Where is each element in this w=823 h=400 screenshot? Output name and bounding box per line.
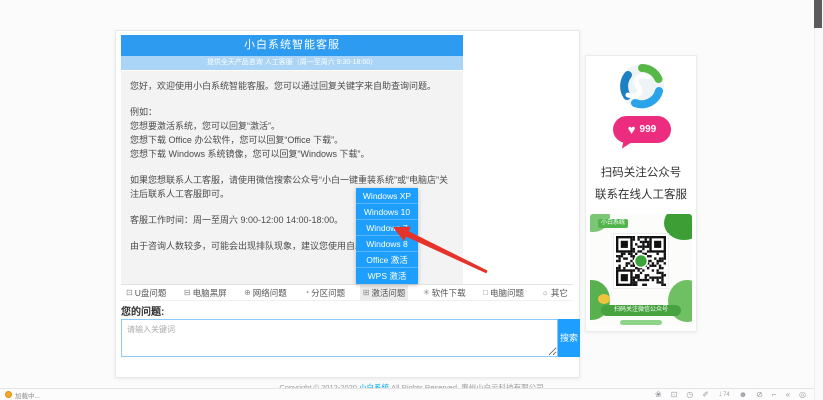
status-left: 加载中... (5, 390, 40, 400)
xiaobai-logo-icon (618, 62, 666, 110)
question-label: 您的问题: (121, 303, 164, 318)
tab-software-download[interactable]: ✳ 软件下载 (420, 284, 469, 301)
chat-card: 小白系统智能客服 提供全天产品咨询 人工客服（周一至周六 9:30-18:00）… (115, 30, 580, 378)
dropdown-item-wps-activation[interactable]: WPS 激活 (356, 268, 418, 284)
tab-usb-issues[interactable]: ⊡ U盘问题 (123, 284, 169, 301)
scrollbar-track[interactable] (814, 0, 823, 400)
chat-subtitle: 提供全天产品咨询 人工客服（周一至周六 9:30-18:00） (121, 56, 463, 70)
chat-message: 您想下载 Office 办公软件，您可以回复“Office 下载”。 (130, 133, 454, 147)
browser-status-bar: 加载中... ❀ ⊡ ◷ ✐ ↓74 ☻ ⊘ ⌐ « ◎ (0, 388, 823, 400)
sidebar-card: ♥ 999 扫码关注公众号 联系在线人工客服 小白系统 扫码关注微信公众号 (585, 55, 697, 332)
gear-sun-icon: ☼ (542, 288, 549, 297)
green-decor (620, 320, 662, 325)
tab-black-screen[interactable]: ⊟ 电脑黑屏 (181, 284, 230, 301)
pie-clock-icon: ◔ (304, 288, 309, 297)
tab-network-issues[interactable]: ⊕ 网络问题 (241, 284, 290, 301)
history-clock-icon[interactable]: ◷ (686, 390, 693, 400)
chat-title: 小白系统智能客服 (121, 35, 463, 56)
page: 小白系统智能客服 提供全天产品咨询 人工客服（周一至周六 9:30-18:00）… (0, 0, 823, 400)
likes-count: 999 (640, 124, 657, 135)
green-decor (664, 214, 692, 240)
follow-text-line2: 联系在线人工客服 (586, 186, 696, 202)
chat-message: 例如： (130, 105, 454, 119)
download-count: 74 (723, 392, 730, 398)
chat-message: 您想要激活系统，您可以回复“激活”。 (130, 119, 454, 133)
tab-label: 网络问题 (253, 287, 287, 299)
download-icon[interactable]: ↓74 (718, 389, 730, 400)
screen-icon: □ (483, 288, 488, 297)
dropdown-item-windows-7[interactable]: Windows 7 (356, 220, 418, 236)
blocker-icon[interactable]: ⊘ (756, 390, 763, 400)
pen-icon[interactable]: ✐ (702, 390, 709, 400)
tab-label: 其它 (551, 287, 568, 299)
chat-message: 您好，欢迎使用小白系统智能客服。您可以通过回复关键字来自助查询问题。 (130, 79, 454, 93)
tab-label: 电脑问题 (490, 287, 524, 299)
tab-label: 电脑黑屏 (193, 287, 227, 299)
usb-icon: ⊡ (126, 288, 133, 297)
tab-label: 激活问题 (371, 287, 405, 299)
activation-dropdown-menu: Windows XP Windows 10 Windows 7 Windows … (356, 188, 418, 284)
heart-icon: ♥ (628, 123, 636, 136)
tab-activation-issues[interactable]: ⊞ 激活问题 (360, 284, 409, 301)
question-input[interactable] (121, 319, 558, 357)
likes-bubble[interactable]: ♥ 999 (613, 116, 671, 143)
dropdown-item-windows-8[interactable]: Windows 8 (356, 236, 418, 252)
tab-computer-issues[interactable]: □ 电脑问题 (480, 284, 527, 301)
scrollbar-thumb[interactable] (814, 0, 822, 28)
tab-label: U盘问题 (135, 287, 167, 299)
user-icon[interactable]: ☻ (739, 390, 747, 400)
zoom-icon[interactable]: ◎ (799, 390, 806, 400)
dropdown-item-windows-10[interactable]: Windows 10 (356, 204, 418, 220)
chat-message: 您想下载 Windows 系统镜像，您可以回复“Windows 下载”。 (130, 147, 454, 161)
tab-label: 软件下载 (432, 287, 466, 299)
collapse-icon[interactable]: « (786, 390, 790, 400)
monitor-icon: ⊟ (184, 288, 191, 297)
corner-icon[interactable]: ⌐ (772, 390, 777, 400)
qr-badge-label: 小白系统 (598, 219, 628, 228)
asterisk-icon: ✳ (423, 288, 430, 297)
category-tab-bar: ⊡ U盘问题 ⊟ 电脑黑屏 ⊕ 网络问题 ◔ 分区问题 ⊞ 激活问题 ✳ 软件下… (121, 284, 573, 301)
qr-caption-label: 扫码关注微信公众号 (601, 305, 681, 316)
tab-partition-issues[interactable]: ◔ 分区问题 (301, 284, 348, 301)
dropdown-item-windows-xp[interactable]: Windows XP (356, 188, 418, 204)
box-icon[interactable]: ⊡ (671, 390, 678, 400)
follow-text-line1: 扫码关注公众号 (586, 164, 696, 180)
search-button[interactable]: 搜索 (558, 319, 580, 357)
grid-icon: ⊞ (363, 288, 370, 297)
tray-icons: ❀ ⊡ ◷ ✐ ↓74 ☻ ⊘ ⌐ « ◎ (655, 389, 806, 400)
tab-other[interactable]: ☼ 其它 (539, 284, 571, 301)
globe-icon: ⊕ (244, 288, 251, 297)
qr-poster: 小白系统 扫码关注微信公众号 (590, 214, 692, 326)
status-left-label: 加载中... (15, 390, 40, 400)
status-orange-icon (5, 391, 12, 398)
tab-label: 分区问题 (311, 287, 345, 299)
dropdown-item-office-activation[interactable]: Office 激活 (356, 252, 418, 268)
cow-decor (598, 294, 610, 304)
flower-icon[interactable]: ❀ (655, 390, 662, 400)
qr-code (614, 234, 668, 288)
